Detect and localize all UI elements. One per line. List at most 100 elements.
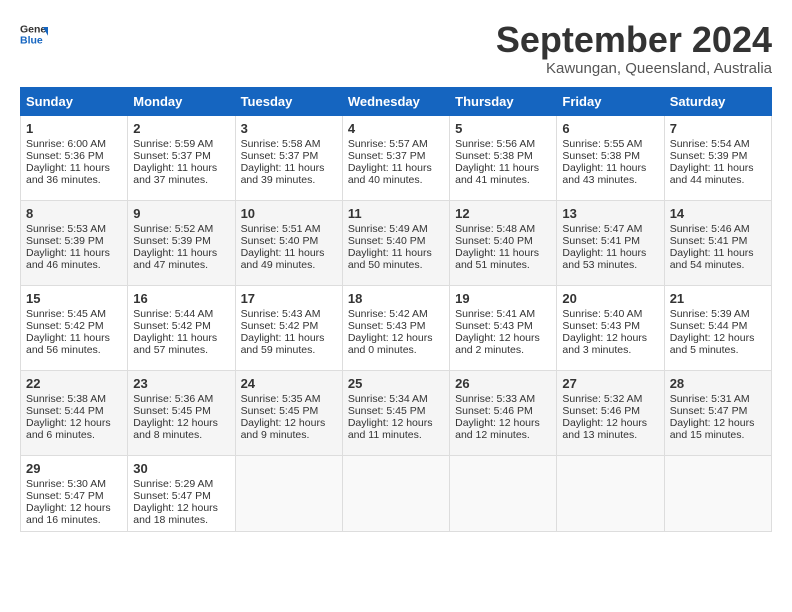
day-cell: 15Sunrise: 5:45 AMSunset: 5:42 PMDayligh… bbox=[21, 285, 128, 370]
day-cell: 26Sunrise: 5:33 AMSunset: 5:46 PMDayligh… bbox=[450, 370, 557, 455]
day-info-line: Sunset: 5:43 PM bbox=[348, 320, 444, 332]
column-header-monday: Monday bbox=[128, 87, 235, 115]
day-number: 24 bbox=[241, 376, 337, 391]
day-info-line: Sunrise: 5:52 AM bbox=[133, 223, 229, 235]
day-info-line: Daylight: 12 hours and 6 minutes. bbox=[26, 417, 122, 441]
day-info-line: Daylight: 11 hours and 51 minutes. bbox=[455, 247, 551, 271]
day-info-line: Daylight: 12 hours and 0 minutes. bbox=[348, 332, 444, 356]
column-header-tuesday: Tuesday bbox=[235, 87, 342, 115]
day-number: 25 bbox=[348, 376, 444, 391]
day-info-line: Sunset: 5:39 PM bbox=[670, 150, 766, 162]
day-cell: 2Sunrise: 5:59 AMSunset: 5:37 PMDaylight… bbox=[128, 115, 235, 200]
day-cell: 25Sunrise: 5:34 AMSunset: 5:45 PMDayligh… bbox=[342, 370, 449, 455]
column-header-friday: Friday bbox=[557, 87, 664, 115]
day-cell: 4Sunrise: 5:57 AMSunset: 5:37 PMDaylight… bbox=[342, 115, 449, 200]
day-cell bbox=[557, 455, 664, 531]
day-number: 21 bbox=[670, 291, 766, 306]
day-info-line: Sunset: 5:45 PM bbox=[133, 405, 229, 417]
day-number: 9 bbox=[133, 206, 229, 221]
day-info-line: Daylight: 12 hours and 15 minutes. bbox=[670, 417, 766, 441]
day-info-line: Sunset: 5:41 PM bbox=[562, 235, 658, 247]
column-header-thursday: Thursday bbox=[450, 87, 557, 115]
day-cell: 6Sunrise: 5:55 AMSunset: 5:38 PMDaylight… bbox=[557, 115, 664, 200]
day-cell: 14Sunrise: 5:46 AMSunset: 5:41 PMDayligh… bbox=[664, 200, 771, 285]
day-number: 7 bbox=[670, 121, 766, 136]
day-cell: 13Sunrise: 5:47 AMSunset: 5:41 PMDayligh… bbox=[557, 200, 664, 285]
day-number: 22 bbox=[26, 376, 122, 391]
day-info-line: Sunset: 5:45 PM bbox=[241, 405, 337, 417]
day-info-line: Sunrise: 5:42 AM bbox=[348, 308, 444, 320]
day-info-line: Sunset: 5:37 PM bbox=[133, 150, 229, 162]
day-cell: 7Sunrise: 5:54 AMSunset: 5:39 PMDaylight… bbox=[664, 115, 771, 200]
day-info-line: Sunrise: 5:33 AM bbox=[455, 393, 551, 405]
day-info-line: Daylight: 12 hours and 13 minutes. bbox=[562, 417, 658, 441]
week-row-5: 29Sunrise: 5:30 AMSunset: 5:47 PMDayligh… bbox=[21, 455, 772, 531]
day-cell: 9Sunrise: 5:52 AMSunset: 5:39 PMDaylight… bbox=[128, 200, 235, 285]
day-number: 28 bbox=[670, 376, 766, 391]
day-info-line: Daylight: 11 hours and 37 minutes. bbox=[133, 162, 229, 186]
day-cell: 29Sunrise: 5:30 AMSunset: 5:47 PMDayligh… bbox=[21, 455, 128, 531]
day-info-line: Daylight: 11 hours and 49 minutes. bbox=[241, 247, 337, 271]
week-row-1: 1Sunrise: 6:00 AMSunset: 5:36 PMDaylight… bbox=[21, 115, 772, 200]
day-info-line: Sunrise: 5:49 AM bbox=[348, 223, 444, 235]
day-cell: 8Sunrise: 5:53 AMSunset: 5:39 PMDaylight… bbox=[21, 200, 128, 285]
day-cell: 12Sunrise: 5:48 AMSunset: 5:40 PMDayligh… bbox=[450, 200, 557, 285]
day-cell: 22Sunrise: 5:38 AMSunset: 5:44 PMDayligh… bbox=[21, 370, 128, 455]
day-info-line: Daylight: 12 hours and 3 minutes. bbox=[562, 332, 658, 356]
day-info-line: Sunrise: 5:40 AM bbox=[562, 308, 658, 320]
svg-text:General: General bbox=[20, 23, 48, 35]
day-info-line: Daylight: 11 hours and 40 minutes. bbox=[348, 162, 444, 186]
day-info-line: Sunrise: 6:00 AM bbox=[26, 138, 122, 150]
day-info-line: Sunrise: 5:41 AM bbox=[455, 308, 551, 320]
day-info-line: Sunrise: 5:48 AM bbox=[455, 223, 551, 235]
day-cell bbox=[342, 455, 449, 531]
day-number: 3 bbox=[241, 121, 337, 136]
day-info-line: Sunrise: 5:30 AM bbox=[26, 478, 122, 490]
day-number: 19 bbox=[455, 291, 551, 306]
day-cell: 19Sunrise: 5:41 AMSunset: 5:43 PMDayligh… bbox=[450, 285, 557, 370]
day-info-line: Sunset: 5:47 PM bbox=[670, 405, 766, 417]
day-info-line: Sunset: 5:42 PM bbox=[241, 320, 337, 332]
calendar-table: SundayMondayTuesdayWednesdayThursdayFrid… bbox=[20, 87, 772, 532]
day-info-line: Sunrise: 5:45 AM bbox=[26, 308, 122, 320]
day-cell: 5Sunrise: 5:56 AMSunset: 5:38 PMDaylight… bbox=[450, 115, 557, 200]
day-number: 17 bbox=[241, 291, 337, 306]
day-number: 30 bbox=[133, 461, 229, 476]
day-info-line: Sunset: 5:46 PM bbox=[562, 405, 658, 417]
day-cell: 21Sunrise: 5:39 AMSunset: 5:44 PMDayligh… bbox=[664, 285, 771, 370]
day-info-line: Daylight: 11 hours and 50 minutes. bbox=[348, 247, 444, 271]
day-info-line: Sunrise: 5:31 AM bbox=[670, 393, 766, 405]
day-number: 11 bbox=[348, 206, 444, 221]
day-info-line: Sunset: 5:42 PM bbox=[133, 320, 229, 332]
day-number: 16 bbox=[133, 291, 229, 306]
day-info-line: Sunset: 5:38 PM bbox=[455, 150, 551, 162]
day-number: 15 bbox=[26, 291, 122, 306]
day-info-line: Sunset: 5:38 PM bbox=[562, 150, 658, 162]
day-info-line: Sunset: 5:37 PM bbox=[348, 150, 444, 162]
day-cell: 16Sunrise: 5:44 AMSunset: 5:42 PMDayligh… bbox=[128, 285, 235, 370]
day-info-line: Sunrise: 5:39 AM bbox=[670, 308, 766, 320]
day-number: 29 bbox=[26, 461, 122, 476]
logo-icon: General Blue bbox=[20, 20, 48, 48]
title-area: September 2024 Kawungan, Queensland, Aus… bbox=[496, 20, 772, 77]
day-info-line: Daylight: 11 hours and 57 minutes. bbox=[133, 332, 229, 356]
day-cell: 30Sunrise: 5:29 AMSunset: 5:47 PMDayligh… bbox=[128, 455, 235, 531]
column-header-saturday: Saturday bbox=[664, 87, 771, 115]
day-info-line: Sunrise: 5:54 AM bbox=[670, 138, 766, 150]
day-number: 8 bbox=[26, 206, 122, 221]
day-cell bbox=[664, 455, 771, 531]
day-cell: 20Sunrise: 5:40 AMSunset: 5:43 PMDayligh… bbox=[557, 285, 664, 370]
day-cell: 28 Sunrise: 5:31 AMSunset: 5:47 PMDayligh… bbox=[664, 370, 771, 455]
day-info-line: Daylight: 11 hours and 53 minutes. bbox=[562, 247, 658, 271]
day-info-line: Daylight: 12 hours and 16 minutes. bbox=[26, 502, 122, 526]
day-cell: 27Sunrise: 5:32 AMSunset: 5:46 PMDayligh… bbox=[557, 370, 664, 455]
day-info-line: Sunrise: 5:59 AM bbox=[133, 138, 229, 150]
day-info-line: Sunset: 5:40 PM bbox=[455, 235, 551, 247]
day-cell: 1Sunrise: 6:00 AMSunset: 5:36 PMDaylight… bbox=[21, 115, 128, 200]
day-info-line: Sunrise: 5:46 AM bbox=[670, 223, 766, 235]
day-cell: 3Sunrise: 5:58 AMSunset: 5:37 PMDaylight… bbox=[235, 115, 342, 200]
logo: General Blue bbox=[20, 20, 48, 48]
day-info-line: Sunrise: 5:56 AM bbox=[455, 138, 551, 150]
day-info-line: Sunset: 5:39 PM bbox=[133, 235, 229, 247]
day-info-line: Sunrise: 5:47 AM bbox=[562, 223, 658, 235]
